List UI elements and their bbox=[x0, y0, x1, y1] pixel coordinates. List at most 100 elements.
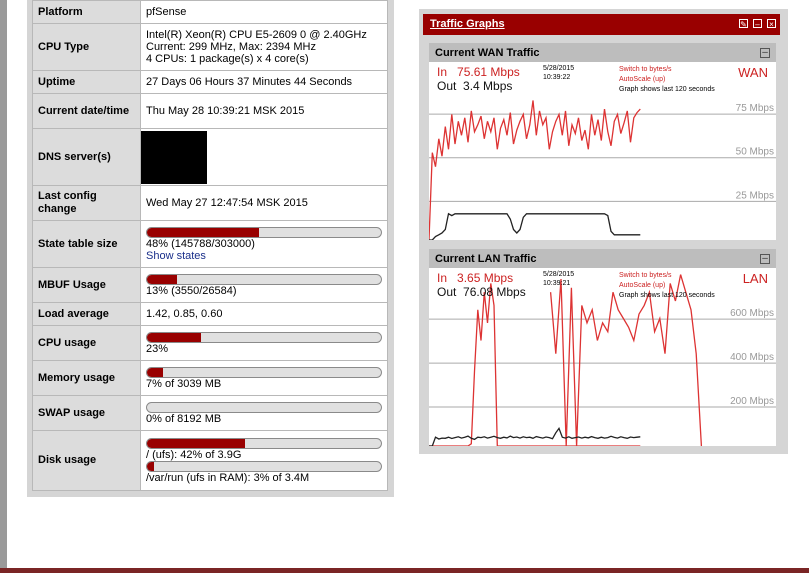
memory-progress-bar bbox=[146, 366, 382, 378]
lan-tick-label: 400 Mbps bbox=[730, 352, 774, 363]
row-load-average: Load average 1.42, 0.85, 0.60 bbox=[32, 302, 388, 326]
lan-graph-options: Switch to bytes/s AutoScale (up) Graph s… bbox=[619, 271, 715, 301]
traffic-graphs-title[interactable]: Traffic Graphs bbox=[430, 18, 505, 30]
lan-autoscale-link[interactable]: AutoScale (up) bbox=[619, 281, 715, 291]
wan-switch-units-link[interactable]: Switch to bytes/s bbox=[619, 65, 715, 75]
wan-tick-label: 50 Mbps bbox=[736, 147, 774, 158]
lan-out-readout: Out 76.08 Mbps bbox=[437, 285, 526, 299]
lan-graph-panel: Current LAN Traffic – 600 Mbps 400 Mbps 20… bbox=[429, 249, 776, 446]
mbuf-progress-fill bbox=[147, 274, 178, 284]
left-window-edge bbox=[0, 0, 7, 573]
wan-out-readout: Out 3.4 Mbps bbox=[437, 79, 512, 93]
value-current-datetime: Thu May 28 10:39:21 MSK 2015 bbox=[140, 93, 388, 129]
swap-usage-text: 0% of 8192 MB bbox=[146, 412, 222, 425]
label-current-datetime: Current date/time bbox=[32, 93, 141, 129]
value-load-average: 1.42, 0.85, 0.60 bbox=[140, 302, 388, 326]
lan-in-series bbox=[429, 283, 641, 446]
disk-varrun-progress-fill bbox=[147, 461, 155, 471]
wan-out-label: Out bbox=[437, 79, 457, 93]
dns-redacted-block bbox=[141, 130, 207, 184]
value-cpu-type: Intel(R) Xeon(R) CPU E5-2609 0 @ 2.40GHz… bbox=[140, 23, 388, 71]
system-information-widget: Platform pfSense CPU Type Intel(R) Xeon(… bbox=[27, 0, 394, 497]
lan-graph-area: 600 Mbps 400 Mbps 200 Mbps In 3.65 Mbps Ou… bbox=[429, 268, 776, 446]
value-last-config-change: Wed May 27 12:47:54 MSK 2015 bbox=[140, 185, 388, 221]
label-cpu-usage: CPU usage bbox=[32, 325, 141, 361]
label-load-average: Load average bbox=[32, 302, 141, 326]
lan-out-value: 76.08 Mbps bbox=[463, 285, 526, 299]
lan-graph-minimize-icon[interactable]: – bbox=[760, 254, 770, 264]
wan-date: 5/28/2015 bbox=[543, 65, 575, 72]
configure-wrench-icon[interactable]: ✎ bbox=[739, 19, 748, 29]
row-swap-usage: SWAP usage 0% of 8192 MB bbox=[32, 395, 388, 431]
wan-graph-minimize-icon[interactable]: – bbox=[760, 48, 770, 58]
lan-tick-label: 600 Mbps bbox=[730, 308, 774, 319]
row-cpu-usage: CPU usage 23% bbox=[32, 325, 388, 361]
state-table-text: 48% (145788/303000) bbox=[146, 237, 255, 250]
row-platform: Platform pfSense bbox=[32, 0, 388, 24]
lan-date: 5/28/2015 bbox=[543, 271, 575, 278]
row-last-config-change: Last config change Wed May 27 12:47:54 M… bbox=[32, 185, 388, 221]
lan-graph-header: Current LAN Traffic – bbox=[429, 249, 776, 268]
wan-time: 10:39:22 bbox=[543, 74, 571, 81]
memory-usage-text: 7% of 3039 MB bbox=[146, 377, 222, 390]
row-cpu-type: CPU Type Intel(R) Xeon(R) CPU E5-2609 0 … bbox=[32, 23, 388, 71]
value-mbuf-usage: 13% (3550/26584) bbox=[140, 267, 388, 303]
label-memory-usage: Memory usage bbox=[32, 360, 141, 396]
row-dns-servers: DNS server(s) bbox=[32, 128, 388, 186]
mbuf-progress-bar bbox=[146, 273, 382, 285]
wan-out-series bbox=[429, 212, 641, 240]
wan-graph-options: Switch to bytes/s AutoScale (up) Graph s… bbox=[619, 65, 715, 95]
wan-in-value: 75.61 Mbps bbox=[457, 65, 520, 79]
disk-root-progress-fill bbox=[147, 438, 246, 448]
wan-interface-name: WAN bbox=[738, 65, 768, 80]
cpu-progress-bar bbox=[146, 331, 382, 343]
value-state-table-size: 48% (145788/303000) Show states bbox=[140, 220, 388, 268]
wan-window-note: Graph shows last 120 seconds bbox=[619, 86, 715, 93]
value-dns-servers bbox=[140, 128, 388, 186]
wan-graph-title: Current WAN Traffic bbox=[435, 47, 540, 59]
lan-time: 10:39:21 bbox=[543, 280, 571, 287]
lan-tick-label: 200 Mbps bbox=[730, 396, 774, 407]
value-disk-usage: / (ufs): 42% of 3.9G /var/run (ufs in RA… bbox=[140, 430, 388, 491]
disk-varrun-progress-bar bbox=[146, 460, 382, 472]
cpu-usage-text: 23% bbox=[146, 342, 169, 355]
memory-progress-fill bbox=[147, 367, 164, 377]
row-state-table-size: State table size 48% (145788/303000) Sho… bbox=[32, 220, 388, 268]
state-table-progress-bar bbox=[146, 226, 382, 238]
lan-out-label: Out bbox=[437, 285, 457, 299]
close-icon[interactable]: × bbox=[767, 19, 776, 29]
label-disk-usage: Disk usage bbox=[32, 430, 141, 491]
lan-interface-name: LAN bbox=[742, 271, 768, 286]
label-platform: Platform bbox=[32, 0, 141, 24]
label-cpu-type: CPU Type bbox=[32, 23, 141, 71]
lan-in-value: 3.65 Mbps bbox=[457, 271, 514, 285]
system-information-table: Platform pfSense CPU Type Intel(R) Xeon(… bbox=[32, 0, 388, 491]
label-uptime: Uptime bbox=[32, 70, 141, 94]
value-memory-usage: 7% of 3039 MB bbox=[140, 360, 388, 396]
lan-graph-title: Current LAN Traffic bbox=[435, 253, 537, 265]
wan-autoscale-link[interactable]: AutoScale (up) bbox=[619, 75, 715, 85]
label-mbuf-usage: MBUF Usage bbox=[32, 267, 141, 303]
show-states-link[interactable]: Show states bbox=[146, 250, 382, 262]
value-swap-usage: 0% of 8192 MB bbox=[140, 395, 388, 431]
lan-switch-units-link[interactable]: Switch to bytes/s bbox=[619, 271, 715, 281]
disk-root-progress-bar bbox=[146, 437, 382, 449]
cpu-model: Intel(R) Xeon(R) CPU E5-2609 0 @ 2.40GHz bbox=[146, 29, 367, 41]
wan-in-readout: In 75.61 Mbps bbox=[437, 65, 520, 79]
traffic-graphs-widget: Traffic Graphs ✎ – × Current WAN Traffic… bbox=[419, 9, 788, 454]
mbuf-text: 13% (3550/26584) bbox=[146, 284, 237, 297]
value-uptime: 27 Days 06 Hours 37 Minutes 44 Seconds bbox=[140, 70, 388, 94]
label-state-table-size: State table size bbox=[32, 220, 141, 268]
wan-graph-header: Current WAN Traffic – bbox=[429, 43, 776, 62]
label-last-config-change: Last config change bbox=[32, 185, 141, 221]
traffic-graphs-header: Traffic Graphs ✎ – × bbox=[423, 14, 780, 35]
wan-tick-label: 25 Mbps bbox=[736, 190, 774, 201]
state-table-progress-fill bbox=[147, 227, 260, 237]
lan-in-readout: In 3.65 Mbps bbox=[437, 271, 513, 285]
minimize-icon[interactable]: – bbox=[753, 19, 762, 29]
wan-graph-timestamp: 5/28/2015 10:39:22 bbox=[543, 64, 574, 82]
lan-window-note: Graph shows last 120 seconds bbox=[619, 292, 715, 299]
bottom-border-bar bbox=[0, 568, 809, 573]
row-uptime: Uptime 27 Days 06 Hours 37 Minutes 44 Se… bbox=[32, 70, 388, 94]
label-dns-servers: DNS server(s) bbox=[32, 128, 141, 186]
